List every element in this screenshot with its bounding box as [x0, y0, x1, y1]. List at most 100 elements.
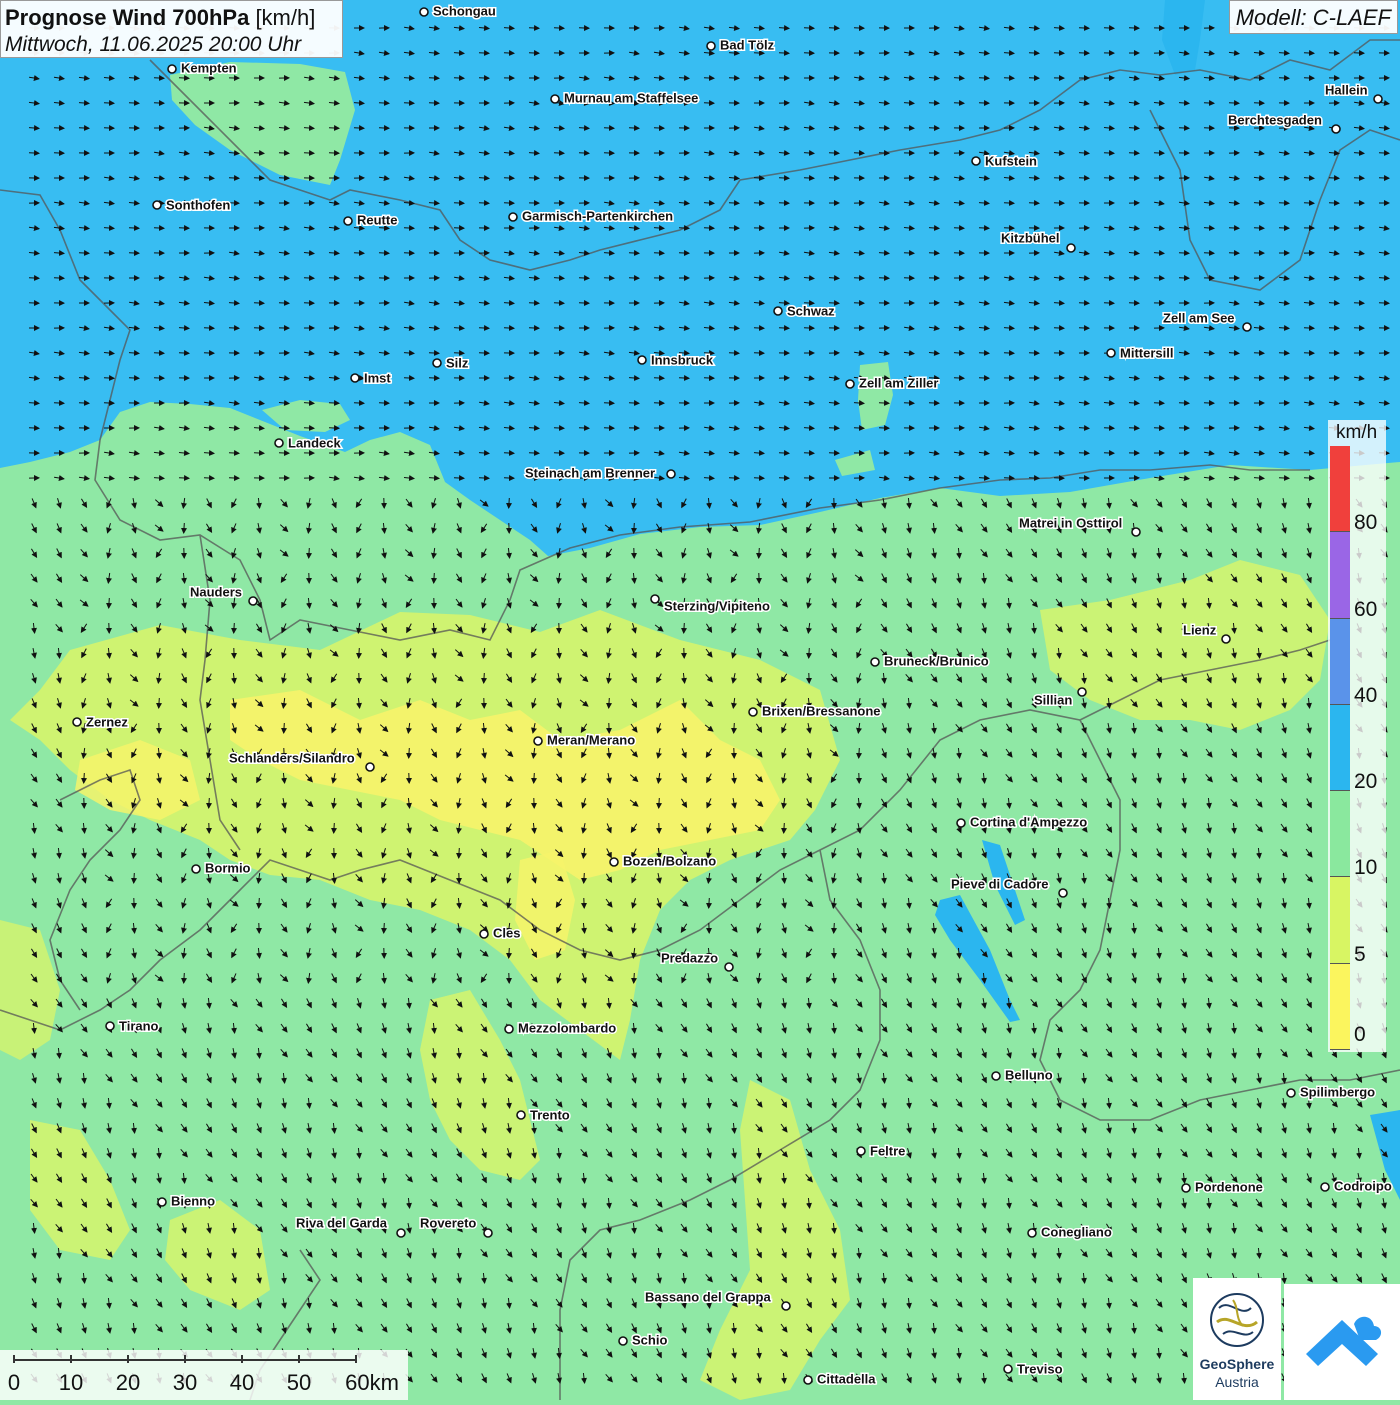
city-murnau-am-staffelsee[interactable]: Murnau am Staffelsee [551, 90, 698, 105]
city-label: Cles [493, 925, 520, 940]
city-label: Conegliano [1041, 1224, 1112, 1239]
city-pordenone[interactable]: Pordenone [1182, 1179, 1263, 1194]
wind-arrow [684, 623, 685, 633]
wind-arrow [879, 403, 889, 404]
scale-label: 30 [173, 1370, 197, 1396]
wind-arrow [1204, 378, 1214, 379]
legend-unit: km/h [1336, 422, 1377, 444]
wind-arrow [784, 823, 785, 833]
wind-arrow [954, 228, 964, 229]
wind-arrow [104, 103, 114, 104]
city-label: Meran/Merano [547, 732, 635, 747]
city-bozen-bolzano[interactable]: Bozen/Bolzano [610, 853, 716, 868]
city-sterzing-vipiteno[interactable]: Sterzing/Vipiteno [651, 595, 770, 613]
wind-arrow [384, 923, 385, 933]
wind-arrow [759, 548, 760, 558]
title-unit: [km/h] [255, 5, 315, 30]
city-garmisch-partenkirchen[interactable]: Garmisch-Partenkirchen [509, 208, 673, 223]
wind-arrow [809, 648, 810, 658]
city-meran-merano[interactable]: Meran/Merano [534, 732, 635, 747]
city-label: Imst [364, 370, 391, 385]
legend-label: 5 [1354, 943, 1366, 967]
city-zell-am-ziller[interactable]: Zell am Ziller [846, 375, 938, 390]
wind-arrow [754, 203, 764, 204]
city-marker [1321, 1183, 1329, 1191]
wind-arrow [304, 278, 314, 279]
wind-arrow [454, 78, 464, 79]
wind-arrow [1279, 78, 1289, 79]
legend-label: 80 [1354, 511, 1377, 535]
city-marker [351, 374, 359, 382]
city-label: Schwaz [787, 303, 835, 318]
legend-swatch [1330, 877, 1350, 963]
wind-arrow [404, 378, 414, 379]
city-label: Sillian [1034, 692, 1072, 707]
wind-arrow [634, 973, 635, 983]
city-brixen-bressanone[interactable]: Brixen/Bressanone [749, 703, 881, 718]
cloud-arrow-icon [1284, 1284, 1400, 1400]
wind-arrow [504, 178, 514, 179]
model-label: Modell: C-LAEF [1229, 0, 1398, 34]
legend-label: 10 [1354, 856, 1377, 880]
wind-arrow [1179, 253, 1189, 254]
city-mezzolombardo[interactable]: Mezzolombardo [505, 1020, 616, 1035]
city-marker [957, 819, 965, 827]
city-conegliano[interactable]: Conegliano [1028, 1224, 1112, 1239]
wind-arrow [1154, 128, 1164, 129]
scale-tick [70, 1355, 72, 1363]
city-bruneck-brunico[interactable]: Bruneck/Brunico [871, 653, 989, 668]
map-title: Prognose Wind 700hPa [km/h] [5, 4, 336, 32]
city-label: Bormio [205, 860, 251, 875]
wind-arrow [904, 128, 914, 129]
wind-arrow [554, 428, 564, 429]
wind-arrow [659, 798, 660, 808]
wind-arrow [1329, 178, 1339, 179]
wind-arrow [29, 153, 39, 154]
wind-map[interactable]: SchongauBad TölzKemptenMurnau am Staffel… [0, 0, 1400, 1400]
wind-arrow [1204, 103, 1214, 104]
wind-arrow [629, 403, 639, 404]
wind-arrow [1104, 153, 1114, 154]
wind-arrow [829, 428, 839, 429]
wind-arrow [1029, 478, 1039, 479]
wind-arrow [479, 478, 489, 479]
wind-arrow [584, 873, 585, 883]
city-cortina-d-ampezzo[interactable]: Cortina d'Ampezzo [957, 814, 1087, 829]
city-marker [804, 1376, 812, 1384]
city-marker [1222, 635, 1230, 643]
city-steinach-am-brenner[interactable]: Steinach am Brenner [525, 465, 675, 480]
wind-arrow [179, 78, 189, 79]
wind-arrow [979, 353, 989, 354]
geosphere-logo[interactable]: GeoSphere Austria [1193, 1278, 1281, 1400]
city-label: Tirano [119, 1018, 159, 1033]
wind-arrow [279, 303, 289, 304]
city-marker [667, 470, 675, 478]
wind-arrow [904, 403, 914, 404]
wind-arrow [1304, 328, 1314, 329]
wind-arrow [179, 478, 189, 479]
wind-arrow [634, 523, 635, 533]
wind-arrow [1054, 453, 1064, 454]
wind-arrow [579, 428, 589, 429]
city-spilimbergo[interactable]: Spilimbergo [1287, 1084, 1375, 1099]
city-label: Trento [530, 1107, 570, 1122]
wind-arrow [654, 253, 664, 254]
wind-arrow [854, 153, 864, 154]
wind-arrow [854, 428, 864, 429]
city-label: Lienz [1183, 622, 1217, 637]
title-main: Prognose Wind 700hPa [5, 5, 249, 30]
scale-tick [355, 1355, 357, 1363]
wind-arrow [729, 353, 739, 354]
wind-arrow [1229, 103, 1239, 104]
city-marker [505, 1025, 513, 1033]
wind-arrow [429, 78, 439, 79]
wind-arrow [729, 78, 739, 79]
wind-arrow [554, 153, 564, 154]
logo-text-austria: Austria [1193, 1374, 1281, 1390]
city-label: Bienno [171, 1193, 215, 1208]
wind-arrow [829, 153, 839, 154]
wind-arrow [529, 453, 539, 454]
app-logo[interactable] [1284, 1284, 1400, 1400]
city-label: Belluno [1005, 1067, 1053, 1082]
city-label: Treviso [1017, 1361, 1063, 1376]
